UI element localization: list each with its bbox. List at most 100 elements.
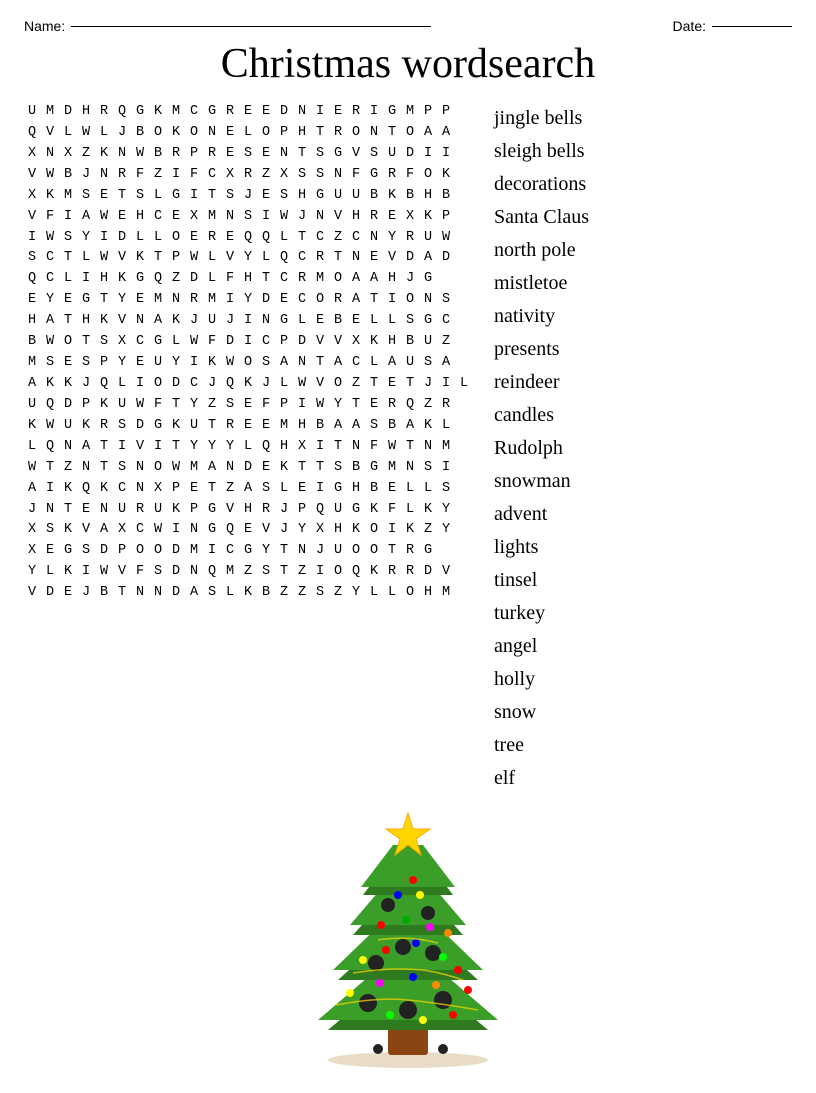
grid-cell: Y	[294, 520, 312, 541]
grid-cell: N	[204, 123, 222, 144]
grid-cell: T	[204, 186, 222, 207]
grid-cell: O	[150, 374, 168, 395]
grid-cell: E	[384, 479, 402, 500]
grid-cell: V	[114, 562, 132, 583]
grid-cell: J	[402, 269, 420, 290]
grid-cell: G	[204, 102, 222, 123]
grid-cell: M	[438, 437, 456, 458]
grid-cell: S	[42, 353, 60, 374]
grid-cell: A	[78, 437, 96, 458]
grid-cell: D	[60, 395, 78, 416]
grid-cell: W	[42, 165, 60, 186]
grid-cell: S	[312, 144, 330, 165]
grid-cell: Q	[348, 562, 366, 583]
grid-cell: T	[60, 500, 78, 521]
grid-cell: K	[276, 458, 294, 479]
grid-cell: G	[204, 520, 222, 541]
grid-cell: C	[204, 165, 222, 186]
grid-cell: Z	[294, 583, 312, 604]
grid-cell: E	[222, 144, 240, 165]
grid-cell: G	[312, 186, 330, 207]
grid-cell: D	[402, 248, 420, 269]
grid-cell: V	[78, 520, 96, 541]
grid-cell: S	[240, 144, 258, 165]
grid-cell: Q	[42, 437, 60, 458]
grid-cell: Y	[186, 437, 204, 458]
grid-cell: U	[420, 332, 438, 353]
grid-cell: D	[222, 332, 240, 353]
grid-cell: J	[78, 374, 96, 395]
grid-cell: A	[78, 207, 96, 228]
grid-cell: M	[222, 562, 240, 583]
grid-cell: T	[384, 541, 402, 562]
grid-cell: L	[402, 479, 420, 500]
grid-cell: Z	[240, 562, 258, 583]
grid-row: LQNATIVITYYYLQHXITNFWTNM	[24, 437, 474, 458]
grid-cell: L	[60, 269, 78, 290]
grid-cell: K	[24, 416, 42, 437]
word-list-item: elf	[494, 762, 644, 795]
grid-cell: V	[312, 332, 330, 353]
grid-cell: O	[420, 165, 438, 186]
grid-cell: K	[60, 562, 78, 583]
grid-cell: T	[60, 248, 78, 269]
grid-cell: C	[132, 332, 150, 353]
grid-cell: L	[204, 248, 222, 269]
grid-cell: H	[96, 269, 114, 290]
grid-cell: P	[186, 144, 204, 165]
grid-cell: U	[420, 228, 438, 249]
grid-cell: K	[402, 520, 420, 541]
grid-cell: A	[204, 458, 222, 479]
grid-cell: S	[258, 353, 276, 374]
grid-cell: Z	[258, 165, 276, 186]
grid-cell: S	[60, 228, 78, 249]
grid-cell: D	[42, 583, 60, 604]
grid-cell: Z	[348, 374, 366, 395]
word-list-item: sleigh bells	[494, 135, 644, 168]
grid-cell: K	[240, 374, 258, 395]
grid-cell: L	[276, 228, 294, 249]
grid-cell: Y	[384, 228, 402, 249]
grid-cell: J	[186, 311, 204, 332]
word-list-item: reindeer	[494, 366, 644, 399]
grid-cell: F	[348, 165, 366, 186]
grid-cell: N	[186, 520, 204, 541]
grid-cell: B	[312, 416, 330, 437]
word-list-item: jingle bells	[494, 102, 644, 135]
grid-cell: C	[348, 228, 366, 249]
grid-cell: V	[42, 123, 60, 144]
grid-cell: B	[438, 186, 456, 207]
grid-cell: U	[330, 500, 348, 521]
grid-cell: N	[366, 123, 384, 144]
grid-cell: V	[222, 500, 240, 521]
grid-cell: T	[150, 248, 168, 269]
grid-cell: K	[420, 207, 438, 228]
grid-cell: R	[294, 269, 312, 290]
grid-cell: S	[402, 311, 420, 332]
grid-cell: Z	[420, 520, 438, 541]
grid-cell: H	[420, 186, 438, 207]
grid-cell: R	[384, 562, 402, 583]
grid-cell: E	[240, 102, 258, 123]
grid-cell: K	[114, 269, 132, 290]
grid-cell: E	[258, 102, 276, 123]
grid-cell: A	[330, 416, 348, 437]
grid-cell: J	[204, 374, 222, 395]
grid-cell: W	[42, 228, 60, 249]
grid-cell: X	[222, 165, 240, 186]
grid-cell: S	[24, 248, 42, 269]
grid-cell: L	[384, 583, 402, 604]
grid-cell: I	[438, 458, 456, 479]
grid-cell: F	[204, 332, 222, 353]
grid-cell: N	[42, 144, 60, 165]
grid-cell: W	[186, 332, 204, 353]
grid-cell: N	[168, 290, 186, 311]
grid-cell: L	[78, 248, 96, 269]
grid-cell: E	[348, 311, 366, 332]
grid-cell	[438, 269, 456, 290]
grid-row: XNXZKNWBRPRESENTSGVSUDII	[24, 144, 474, 165]
grid-cell: L	[24, 437, 42, 458]
grid-container: UMDHRQGKMCGREEDNIERIGMPPQVLWLJBOKONELOPH…	[24, 102, 474, 604]
grid-cell: Q	[96, 374, 114, 395]
grid-cell: K	[420, 416, 438, 437]
